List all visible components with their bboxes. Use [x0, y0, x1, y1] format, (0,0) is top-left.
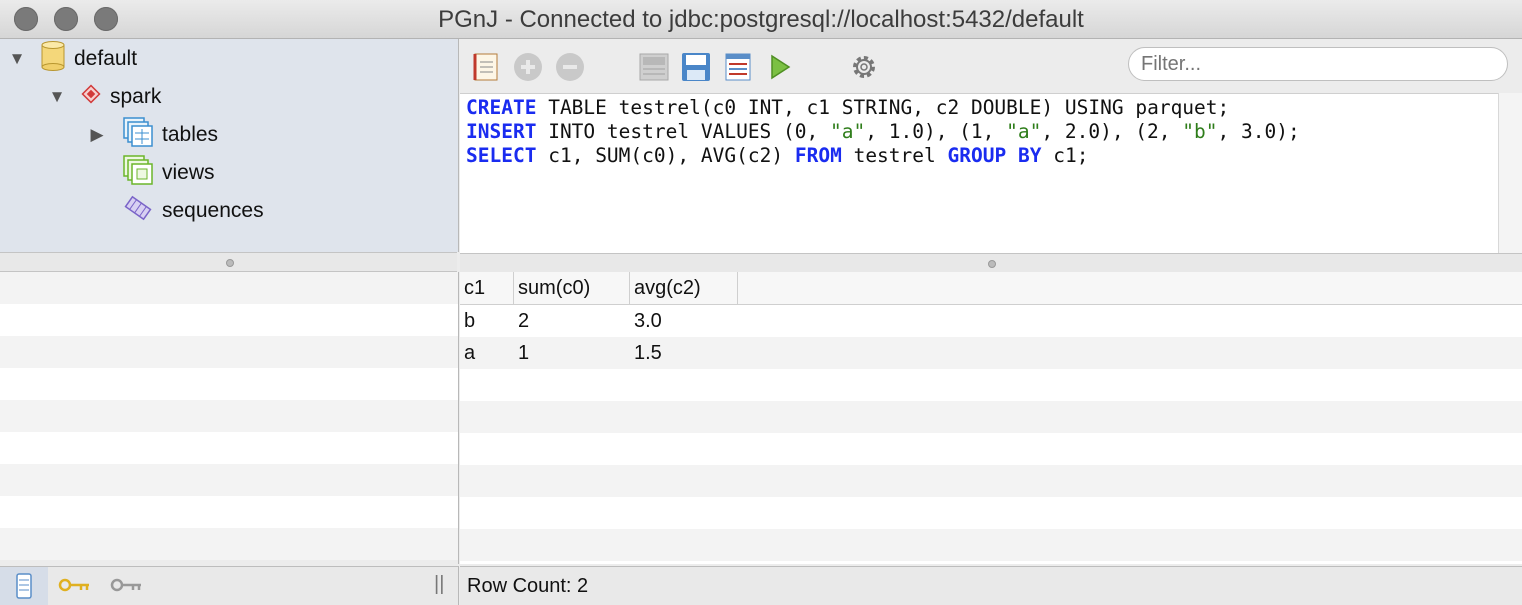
sql-line-1: CREATE TABLE testrel(c0 INT, c1 STRING, … — [466, 96, 1230, 119]
disclosure-down-icon[interactable]: ▼ — [6, 48, 28, 70]
notebook-icon[interactable] — [470, 51, 502, 83]
schema-label: spark — [110, 85, 162, 108]
sql-line-2: INSERT INTO testrel VALUES (0, "a", 1.0)… — [466, 120, 1300, 143]
tables-icon — [122, 117, 154, 153]
filter-input[interactable] — [1128, 47, 1508, 81]
left-splitter[interactable] — [0, 252, 457, 272]
status-bar: Row Count: 2 — [460, 566, 1522, 605]
save-icon[interactable] — [680, 51, 712, 83]
sql-icon[interactable] — [638, 51, 670, 83]
column-header[interactable]: avg(c2) — [630, 272, 738, 304]
results-table: c1 sum(c0) avg(c2) b 2 3.0 a 1 1.5 — [460, 272, 1522, 564]
window-title: PGnJ - Connected to jdbc:postgresql://lo… — [438, 6, 1084, 33]
row-count: Row Count: 2 — [467, 575, 589, 597]
settings-icon[interactable] — [848, 51, 880, 83]
list-icon[interactable] — [722, 51, 754, 83]
pane-resize-handle[interactable]: || — [434, 573, 444, 596]
title-bar: PGnJ - Connected to jdbc:postgresql://lo… — [0, 0, 1522, 39]
left-bottom-bar: || — [0, 566, 459, 605]
right-splitter[interactable] — [460, 253, 1522, 273]
tree-item-label: sequences — [162, 199, 264, 222]
column-header[interactable]: c1 — [460, 272, 514, 304]
remove-icon[interactable] — [554, 51, 586, 83]
table-cell: b — [464, 310, 476, 332]
tree-node-tables[interactable]: ▶ tables — [86, 117, 219, 153]
editor-scrollbar[interactable] — [1498, 93, 1522, 254]
tree-node-views[interactable]: views — [86, 155, 215, 191]
left-detail-list — [0, 272, 459, 564]
disclosure-down-icon[interactable]: ▼ — [46, 86, 68, 108]
disclosure-right-icon[interactable]: ▶ — [86, 124, 108, 146]
add-icon[interactable] — [512, 51, 544, 83]
tree-node-schema[interactable]: ▼ spark — [46, 81, 161, 113]
table-cell: 1 — [518, 342, 530, 364]
schema-icon — [80, 83, 102, 111]
database-label: default — [74, 47, 138, 70]
table-cell: 3.0 — [634, 310, 662, 332]
columns-tab-icon[interactable] — [0, 567, 48, 605]
sql-editor[interactable]: CREATE TABLE testrel(c0 INT, c1 STRING, … — [460, 93, 1498, 256]
tree-item-label: views — [162, 161, 215, 184]
tree-node-sequences[interactable]: sequences — [86, 195, 264, 227]
database-icon — [40, 41, 66, 77]
schema-tree: ▼ default ▼ spark ▶ tables views sequenc… — [0, 39, 459, 252]
column-header[interactable]: sum(c0) — [514, 272, 630, 304]
table-cell: a — [464, 342, 476, 364]
results-header: c1 sum(c0) avg(c2) — [460, 272, 1522, 305]
table-row[interactable]: b 2 3.0 — [460, 305, 1522, 337]
table-cell: 2 — [518, 310, 530, 332]
sql-line-3: SELECT c1, SUM(c0), AVG(c2) FROM testrel… — [466, 144, 1089, 167]
table-cell: 1.5 — [634, 342, 662, 364]
results-body: b 2 3.0 a 1 1.5 — [460, 305, 1522, 561]
primary-key-icon[interactable] — [58, 575, 92, 601]
tree-item-label: tables — [162, 123, 219, 146]
views-icon — [122, 155, 154, 191]
tree-node-database[interactable]: ▼ default — [6, 41, 138, 77]
foreign-key-icon[interactable] — [110, 575, 144, 601]
run-icon[interactable] — [764, 51, 796, 83]
sequences-icon — [122, 193, 154, 229]
table-row[interactable]: a 1 1.5 — [460, 337, 1522, 369]
